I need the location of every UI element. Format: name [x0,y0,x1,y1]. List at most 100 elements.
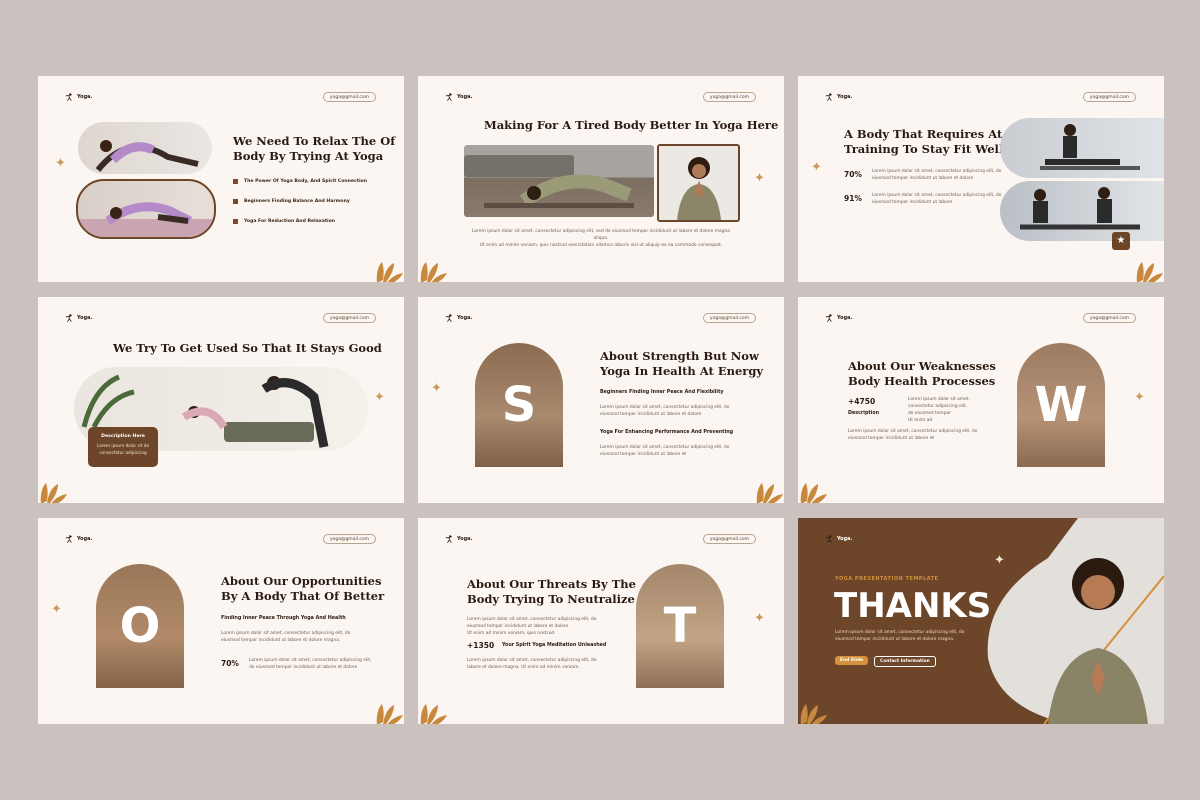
sparkle-icon: ✦ [754,171,765,186]
stat-label: Description [848,411,880,416]
swot-letter: O [119,598,161,654]
yoga-logo-icon [445,314,453,322]
brand-name: Yoga. [837,315,853,321]
yoga-photo-bridge-pose [78,122,212,174]
brand: Yoga. [825,535,852,543]
email-badge: yoga@gmail.com [1082,313,1136,323]
brand: Yoga. [445,314,472,322]
sparkle-icon: ✦ [811,160,822,175]
slide-3-title: A Body That Requires At Training To Stay … [844,127,1004,156]
slide-1[interactable]: Yoga. yoga@gmail.com We Need To Relax Th… [38,76,404,282]
leaf-icon [798,479,828,503]
body-text: Lorem ipsum dolor sit amet, consectetur … [848,429,978,441]
end-slide-button[interactable]: End Slide [835,656,869,665]
yoga-logo-icon [65,314,73,322]
arch-photo: T [636,564,724,688]
swot-letter: T [663,598,697,654]
body-text: Lorem ipsum dolor sit amet, consectetur a… [908,397,970,423]
sparkle-icon: ✦ [374,390,385,405]
email-badge: yoga@gmail.com [322,313,376,323]
slide-7[interactable]: Yoga. yoga@gmail.com O About Our Opportu… [38,518,404,724]
arch-photo: O [96,564,184,688]
body-text: Lorem ipsum dolor sit amet, consectetur … [249,658,372,670]
yoga-photo-stretch [76,179,216,239]
slide-6-title: About Our Weaknesses Body Health Processe… [848,359,996,388]
brand-name: Yoga. [77,94,93,100]
leaf-icon [798,700,828,724]
stat-value: 70% [844,170,862,179]
body-text: Lorem ipsum dolor sit amet, consectetur … [600,405,730,417]
email-badge: yoga@gmail.com [1082,92,1136,102]
subheading: Finding Inner Peace Through Yoga And Hea… [221,616,346,621]
brand-name: Yoga. [457,536,473,542]
sparkle-icon: ✦ [431,381,442,396]
description-card: Description Here Lorem ipsum dolor sit d… [88,427,158,467]
yoga-photo-childs-pose [464,145,654,217]
slide-4[interactable]: Yoga. yoga@gmail.com We Try To Get Used … [38,297,404,503]
body-text: Lorem ipsum dolor sit amet, consectetur … [467,617,597,636]
slide-1-title: We Need To Relax The Of Body By Trying At… [233,134,396,163]
swot-letter: W [1034,377,1088,433]
body-text: Lorem ipsum dolor sit amet, consectetur … [221,631,351,643]
brand-name: Yoga. [837,536,853,542]
stat-label: Your Spirit Yoga Meditation Unleashed [502,643,607,648]
stat-desc: Lorem ipsum dolor sit amet, consectetur … [872,169,1002,181]
body-text: Lorem ipsum dolor sit amet, consectetur … [600,445,730,457]
email-badge: yoga@gmail.com [322,92,376,102]
kicker: YOGA PRESENTATION TEMPLATE [835,576,939,582]
brand: Yoga. [65,93,92,101]
slide-4-title: We Try To Get Used So That It Stays Good [113,341,382,355]
yoga-logo-icon [445,93,453,101]
yoga-logo-icon [825,93,833,101]
email-badge: yoga@gmail.com [702,534,756,544]
bullet-item: Yoga For Reduction And Relaxation [233,219,335,224]
brand: Yoga. [825,93,852,101]
slide-7-title: About Our Opportunities By A Body That Of… [221,574,385,603]
email-badge: yoga@gmail.com [702,92,756,102]
leaf-icon [1134,258,1164,282]
slide-9[interactable]: Yoga. ✦ YOGA PRESENTATION TEMPLATE THANK… [798,518,1164,724]
sparkle-icon: ✦ [994,553,1005,568]
slide-5[interactable]: Yoga. yoga@gmail.com S About Strength Bu… [418,297,784,503]
brand: Yoga. [65,535,92,543]
arch-photo: W [1017,343,1105,467]
leaf-icon [418,258,448,282]
sparkle-icon: ✦ [55,156,66,171]
yoga-photo-partners [1000,181,1164,241]
sparkle-icon: ✦ [51,602,62,617]
brand: Yoga. [65,314,92,322]
subheading: Beginners Finding Inner Peace And Flexib… [600,390,724,395]
yoga-logo-icon [825,535,833,543]
card-body: Lorem ipsum dolor sit do consectetur adip… [96,443,150,455]
sparkle-icon: ✦ [754,611,765,626]
brand: Yoga. [445,535,472,543]
slide-3[interactable]: Yoga. yoga@gmail.com A Body That Require… [798,76,1164,282]
leaf-icon [374,258,404,282]
subheading: Yoga For Enhancing Performance And Preve… [600,430,734,435]
email-badge: yoga@gmail.com [702,313,756,323]
slide-5-title: About Strength But Now Yoga In Health At … [600,349,764,378]
brand: Yoga. [445,93,472,101]
email-badge: yoga@gmail.com [322,534,376,544]
yoga-logo-icon [65,535,73,543]
slide-2[interactable]: Yoga. yoga@gmail.com Making For A Tired … [418,76,784,282]
slide-6[interactable]: Yoga. yoga@gmail.com About Our Weaknesse… [798,297,1164,503]
thanks-title: THANKS [834,586,992,626]
swot-letter: S [501,377,537,433]
bullet-item: Beginners Finding Balance And Harmony [233,199,350,204]
leaf-icon [418,700,448,724]
stat-value: 70% [221,659,239,668]
contact-information-button[interactable]: Contact Information [874,656,936,667]
leaf-icon [754,479,784,503]
stat-value: 91% [844,194,862,203]
body-text: Lorem ipsum dolor sit amet, consectetur … [835,630,965,642]
stat-value: +4750 [848,397,876,406]
yoga-photo-meditation [657,144,740,222]
card-title: Description Here [101,434,145,439]
slide-2-title: Making For A Tired Body Better In Yoga H… [484,118,779,132]
brand-name: Yoga. [457,94,473,100]
slide-2-body: Lorem ipsum dolor sit amet, consectetur … [472,229,730,248]
slide-8[interactable]: Yoga. yoga@gmail.com About Our Threats B… [418,518,784,724]
bullet-item: The Power Of Yoga Body, And Spirit Conne… [233,179,367,184]
leaf-icon [374,700,404,724]
